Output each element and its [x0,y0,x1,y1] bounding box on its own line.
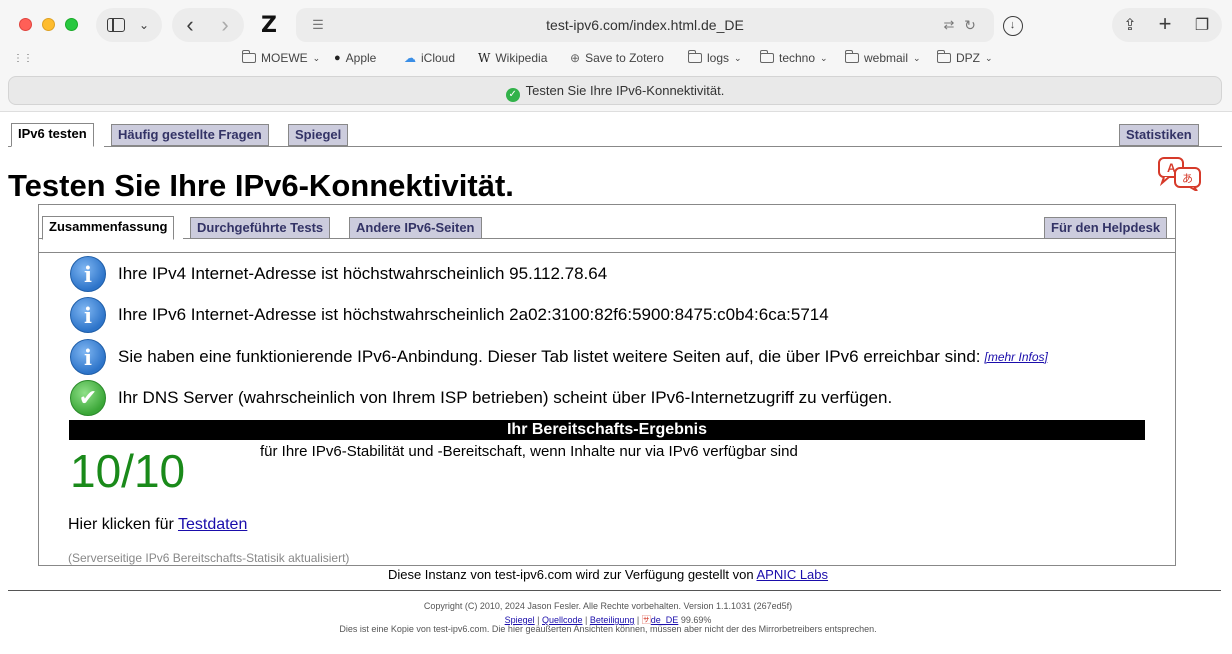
score-header: Ihr Bereitschafts-Ergebnis [69,420,1145,440]
browser-toolbar: ⌄ ‹ › Z ☰ test-ipv6.com/index.html.de_DE… [0,0,1232,112]
info-icon: i [70,339,106,375]
readiness-score: 10/10 [70,445,186,497]
page-title: Testen Sie Ihre IPv6-Konnektivität. [8,168,514,203]
sidebar-icon[interactable] [106,16,126,34]
tab-zusammenfassung[interactable]: Zusammenfassung [42,216,175,240]
globe-icon: ⊕ [570,51,581,65]
folder-icon [242,50,256,63]
grid-icon[interactable]: ⋮⋮ [13,50,33,66]
minimize-window-button[interactable] [42,18,55,31]
score-description: für Ihre IPv6-Stabilität und -Bereitscha… [260,443,798,460]
tab-divider [39,252,1175,253]
result-ipv6: i Ihre IPv6 Internet-Adresse ist höchstw… [70,297,829,333]
bookmark-label: Wikipedia [495,51,548,65]
result-ipv4: i Ihre IPv4 Internet-Adresse ist höchstw… [70,256,607,292]
close-window-button[interactable] [19,18,32,31]
bookmark-label: iCloud [421,51,456,65]
chevron-down-icon: ⌄ [820,52,828,63]
result-text: Ihre IPv6 Internet-Adresse ist höchstwah… [118,305,829,324]
favorites-bar: ⋮⋮ MOEWE ⌄ ● Apple ☁ iCloud W Wikipedia … [0,48,1232,70]
address-bar[interactable]: ☰ test-ipv6.com/index.html.de_DE ⇄ ↻ [296,8,994,42]
info-icon: i [70,256,106,292]
bookmark-techno[interactable]: techno ⌄ [760,50,828,65]
chevron-down-icon: ⌄ [913,52,921,63]
tab-helpdesk[interactable]: Für den Helpdesk [1044,217,1168,239]
bookmark-apple[interactable]: ● Apple [334,51,376,65]
new-tab-plus-icon[interactable]: + [1155,11,1175,36]
zoom-window-button[interactable] [65,18,78,31]
result-text: Ihre IPv4 Internet-Adresse ist höchstwah… [118,264,608,283]
folder-icon [688,50,702,63]
bookmark-label: Apple [345,51,377,65]
tab-spiegel[interactable]: Spiegel [288,124,349,146]
tab-faq[interactable]: Häufig gestellte Fragen [111,124,269,146]
bookmark-label: MOEWE [261,51,308,65]
result-text: Sie haben eine funktionierende IPv6-Anbi… [118,347,981,366]
server-stats-note: (Serverseitige IPv6 Bereitschafts-Statis… [68,551,350,565]
bookmark-icloud[interactable]: ☁ iCloud [404,51,455,65]
zotero-extension-icon[interactable]: Z [257,13,281,38]
bookmark-dpz[interactable]: DPZ ⌄ [937,50,993,65]
bookmark-webmail[interactable]: webmail ⌄ [845,50,921,65]
bookmark-wikipedia[interactable]: W Wikipedia [478,51,547,65]
bookmark-label: DPZ [956,51,980,65]
more-info-link[interactable]: [mehr Infos] [985,350,1048,364]
click-prefix: Hier klicken für [68,516,178,533]
folder-icon [937,50,951,63]
folder-icon [845,50,859,63]
chevron-down-icon: ⌄ [734,52,742,63]
footer-divider [8,590,1221,591]
footer-copyright: Copyright (C) 2010, 2024 Jason Fesler. A… [423,601,793,611]
result-dns: ✔ Ihr DNS Server (wahrscheinlich von Ihr… [70,380,892,416]
folder-icon [760,50,774,63]
tab-divider [104,146,1222,147]
download-arrow-icon: ↓ [1009,19,1016,31]
tab-divider [183,238,1175,239]
chevron-down-icon: ⌄ [985,52,993,63]
tab-statistiken[interactable]: Statistiken [1119,124,1199,146]
share-icon[interactable]: ⇪ [1120,13,1140,37]
translate-language-icon[interactable]: A あ [1158,157,1202,191]
wikipedia-icon: W [478,51,491,65]
bookmark-label: techno [779,51,816,65]
apnic-labs-link[interactable]: APNIC Labs [756,567,828,582]
chevron-down-icon[interactable]: ⌄ [136,15,152,35]
browser-tab[interactable]: ✓ Testen Sie Ihre IPv6-Konnektivität. [8,76,1222,105]
bookmark-save-to-zotero[interactable]: ⊕ Save to Zotero [570,51,664,65]
result-text: Ihr DNS Server (wahrscheinlich von Ihrem… [118,388,893,407]
tab-ipv6-testen[interactable]: IPv6 testen [11,123,94,147]
downloads-button[interactable]: ↓ [1003,16,1023,36]
tab-andere-ipv6-seiten[interactable]: Andere IPv6-Seiten [349,217,482,239]
bookmark-label: Save to Zotero [585,51,664,65]
translate-page-icon[interactable]: ⇄ [940,17,958,33]
checkmark-icon: ✔ [70,380,106,416]
back-arrow-icon[interactable]: ‹ [180,12,200,37]
checkmark-icon: ✓ [505,88,520,102]
tab-durchgefuehrte-tests[interactable]: Durchgeführte Tests [190,217,331,239]
bookmark-moewe[interactable]: MOEWE ⌄ [242,50,321,65]
bookmark-logs[interactable]: logs ⌄ [688,50,742,65]
cloud-icon: ☁ [404,51,416,65]
apple-icon: ● [334,52,341,64]
instance-credit: Diese Instanz von test-ipv6.com wird zur… [0,567,1216,582]
reload-icon[interactable]: ↻ [962,17,978,33]
footer-disclaimer: Dies ist eine Kopie von test-ipv6.com. D… [339,624,877,634]
result-ipv6-connectivity: i Sie haben eine funktionierende IPv6-An… [70,339,1048,375]
url-text: test-ipv6.com/index.html.de_DE [546,17,744,33]
tab-title: ✓ Testen Sie Ihre IPv6-Konnektivität. [9,83,1221,102]
tab-title-text: Testen Sie Ihre IPv6-Konnektivität. [525,83,725,98]
svg-text:あ: あ [1182,172,1193,185]
test-data-link[interactable]: Testdaten [178,516,247,533]
test-data-line: Hier klicken für Testdaten [68,516,247,534]
tab-overview-icon[interactable]: ❐ [1191,13,1213,37]
forward-arrow-icon[interactable]: › [215,12,235,37]
chevron-down-icon: ⌄ [312,52,321,63]
tab-divider [39,238,42,239]
bookmark-label: webmail [864,51,909,65]
info-icon: i [70,297,106,333]
bookmark-label: logs [707,51,730,65]
tab-divider [8,146,11,147]
instance-prefix: Diese Instanz von test-ipv6.com wird zur… [387,567,757,582]
